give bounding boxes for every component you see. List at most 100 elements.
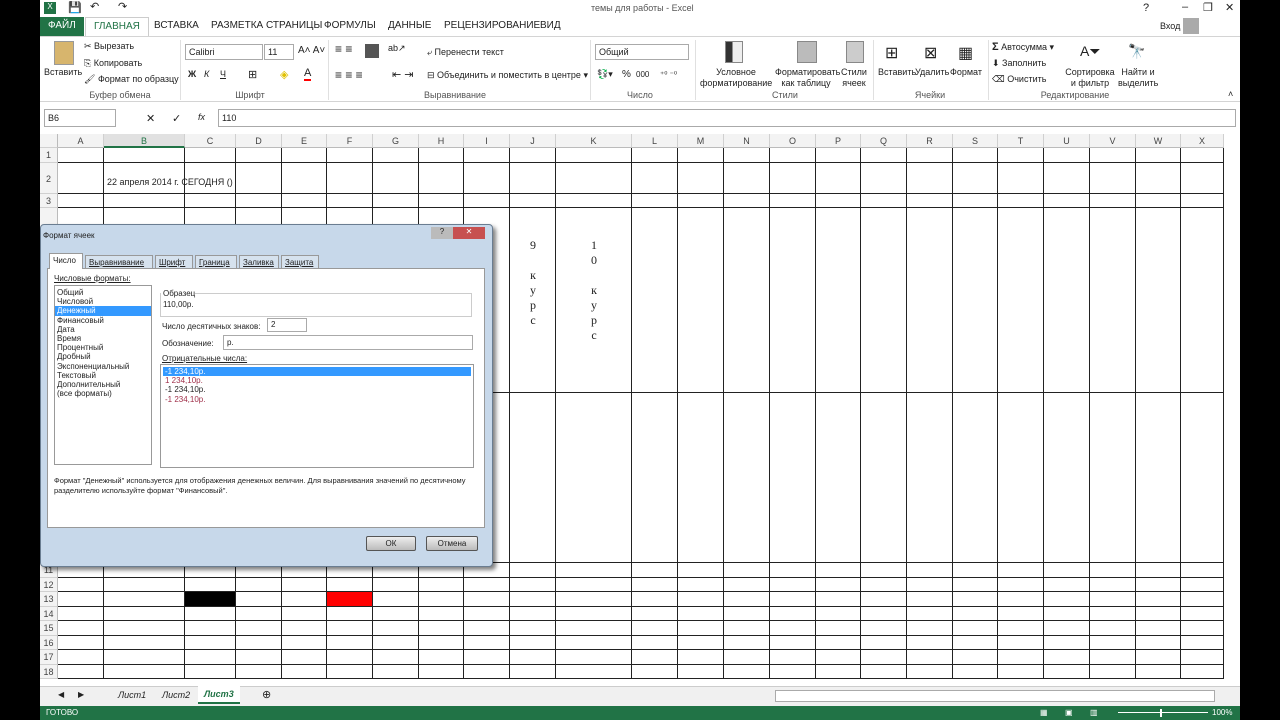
cell[interactable]: [510, 607, 556, 621]
column-header-k[interactable]: K: [556, 134, 632, 148]
format-option[interactable]: Дата: [55, 325, 151, 334]
cell[interactable]: [632, 163, 678, 194]
cell[interactable]: [907, 208, 953, 393]
cell[interactable]: [770, 607, 816, 621]
cut-button[interactable]: ✂ Вырезать: [84, 41, 134, 52]
column-header-p[interactable]: P: [816, 134, 861, 148]
format-option[interactable]: Числовой: [55, 297, 151, 306]
cell[interactable]: [678, 208, 724, 393]
cell[interactable]: [770, 592, 816, 607]
cell[interactable]: [1090, 194, 1136, 208]
cell[interactable]: [861, 607, 907, 621]
cell[interactable]: [632, 148, 678, 163]
cell[interactable]: [1136, 636, 1181, 650]
cell[interactable]: [724, 621, 770, 636]
cell[interactable]: [327, 607, 373, 621]
cell[interactable]: [419, 163, 464, 194]
format-option[interactable]: Дополнительный: [55, 380, 151, 389]
column-header-o[interactable]: O: [770, 134, 816, 148]
cell[interactable]: [104, 665, 185, 679]
column-header-q[interactable]: Q: [861, 134, 907, 148]
format-option[interactable]: (все форматы): [55, 389, 151, 398]
column-header-g[interactable]: G: [373, 134, 419, 148]
cell[interactable]: [373, 621, 419, 636]
cell[interactable]: [556, 665, 632, 679]
cell[interactable]: [464, 194, 510, 208]
cell[interactable]: [770, 148, 816, 163]
cell[interactable]: [419, 592, 464, 607]
cell[interactable]: [998, 621, 1044, 636]
negative-format-option[interactable]: -1 234,10р.: [163, 395, 471, 404]
cell[interactable]: [816, 607, 861, 621]
dialog-tab-6[interactable]: Защита: [281, 255, 319, 269]
format-option[interactable]: Общий: [55, 288, 151, 297]
cell[interactable]: [185, 621, 236, 636]
cell[interactable]: [58, 592, 104, 607]
cell-f13-red-fill[interactable]: [327, 592, 373, 607]
cell[interactable]: [1044, 194, 1090, 208]
sort-filter-button[interactable]: Сортировка и фильтр: [1064, 67, 1116, 89]
format-option[interactable]: Процентный: [55, 343, 151, 352]
cell[interactable]: [510, 163, 556, 194]
clear-button[interactable]: ⌫ Очистить: [992, 74, 1046, 85]
cell[interactable]: [185, 194, 236, 208]
copy-button[interactable]: ⎘ Копировать: [84, 58, 142, 69]
cell[interactable]: [816, 194, 861, 208]
cell[interactable]: [816, 208, 861, 393]
cell[interactable]: [861, 665, 907, 679]
row-header-1[interactable]: 1: [40, 148, 58, 163]
cell[interactable]: [724, 607, 770, 621]
cell[interactable]: [373, 607, 419, 621]
cell[interactable]: [556, 194, 632, 208]
cell[interactable]: [1044, 163, 1090, 194]
sheet-tab-1[interactable]: Лист1: [118, 690, 146, 700]
dialog-help-button[interactable]: ?: [431, 227, 453, 239]
cell[interactable]: [998, 208, 1044, 393]
cell[interactable]: [998, 393, 1044, 563]
cancel-entry-icon[interactable]: ✕: [146, 112, 155, 125]
cell[interactable]: [1090, 393, 1136, 563]
italic-button[interactable]: К: [204, 69, 209, 79]
cell[interactable]: [510, 578, 556, 592]
cell[interactable]: [1090, 665, 1136, 679]
select-all-corner[interactable]: [40, 134, 58, 148]
symbol-select[interactable]: р.: [223, 335, 473, 350]
cell-styles-button[interactable]: Стили ячеек: [838, 67, 870, 89]
cell[interactable]: [861, 578, 907, 592]
horizontal-scrollbar[interactable]: [775, 690, 1215, 702]
column-header-b[interactable]: B: [104, 134, 185, 148]
negative-numbers-list[interactable]: -1 234,10р. 1 234,10р. -1 234,10р. -1 234,1…: [160, 364, 474, 468]
cell[interactable]: [953, 563, 998, 578]
cell[interactable]: [510, 636, 556, 650]
align-top-icon[interactable]: ≡ ≡: [335, 42, 352, 56]
cell[interactable]: [236, 650, 282, 665]
close-button[interactable]: ✕: [1225, 1, 1234, 14]
cell[interactable]: [998, 148, 1044, 163]
cell[interactable]: [1136, 393, 1181, 563]
cell[interactable]: [556, 393, 632, 563]
cell[interactable]: [770, 636, 816, 650]
cell[interactable]: [998, 592, 1044, 607]
fill-button[interactable]: ⬇ Заполнить: [992, 58, 1046, 69]
cell[interactable]: [953, 163, 998, 194]
percent-button[interactable]: %: [622, 69, 631, 80]
cell[interactable]: [1136, 148, 1181, 163]
cell[interactable]: [770, 621, 816, 636]
cell[interactable]: [632, 578, 678, 592]
row-header-16[interactable]: 16: [40, 636, 58, 650]
cell[interactable]: [907, 665, 953, 679]
format-option[interactable]: Время: [55, 334, 151, 343]
cell[interactable]: [1090, 592, 1136, 607]
cell[interactable]: [1090, 578, 1136, 592]
cell[interactable]: [1181, 607, 1224, 621]
sheet-tab-3-active[interactable]: Лист3: [198, 686, 240, 704]
cell[interactable]: [185, 636, 236, 650]
cell[interactable]: [556, 578, 632, 592]
cell[interactable]: [58, 578, 104, 592]
cell[interactable]: [282, 665, 327, 679]
grow-font-icon[interactable]: A˄ A˅: [298, 45, 325, 56]
font-size-select[interactable]: 11: [264, 44, 294, 60]
cell[interactable]: [1181, 563, 1224, 578]
column-header-f[interactable]: F: [327, 134, 373, 148]
cell[interactable]: [510, 650, 556, 665]
